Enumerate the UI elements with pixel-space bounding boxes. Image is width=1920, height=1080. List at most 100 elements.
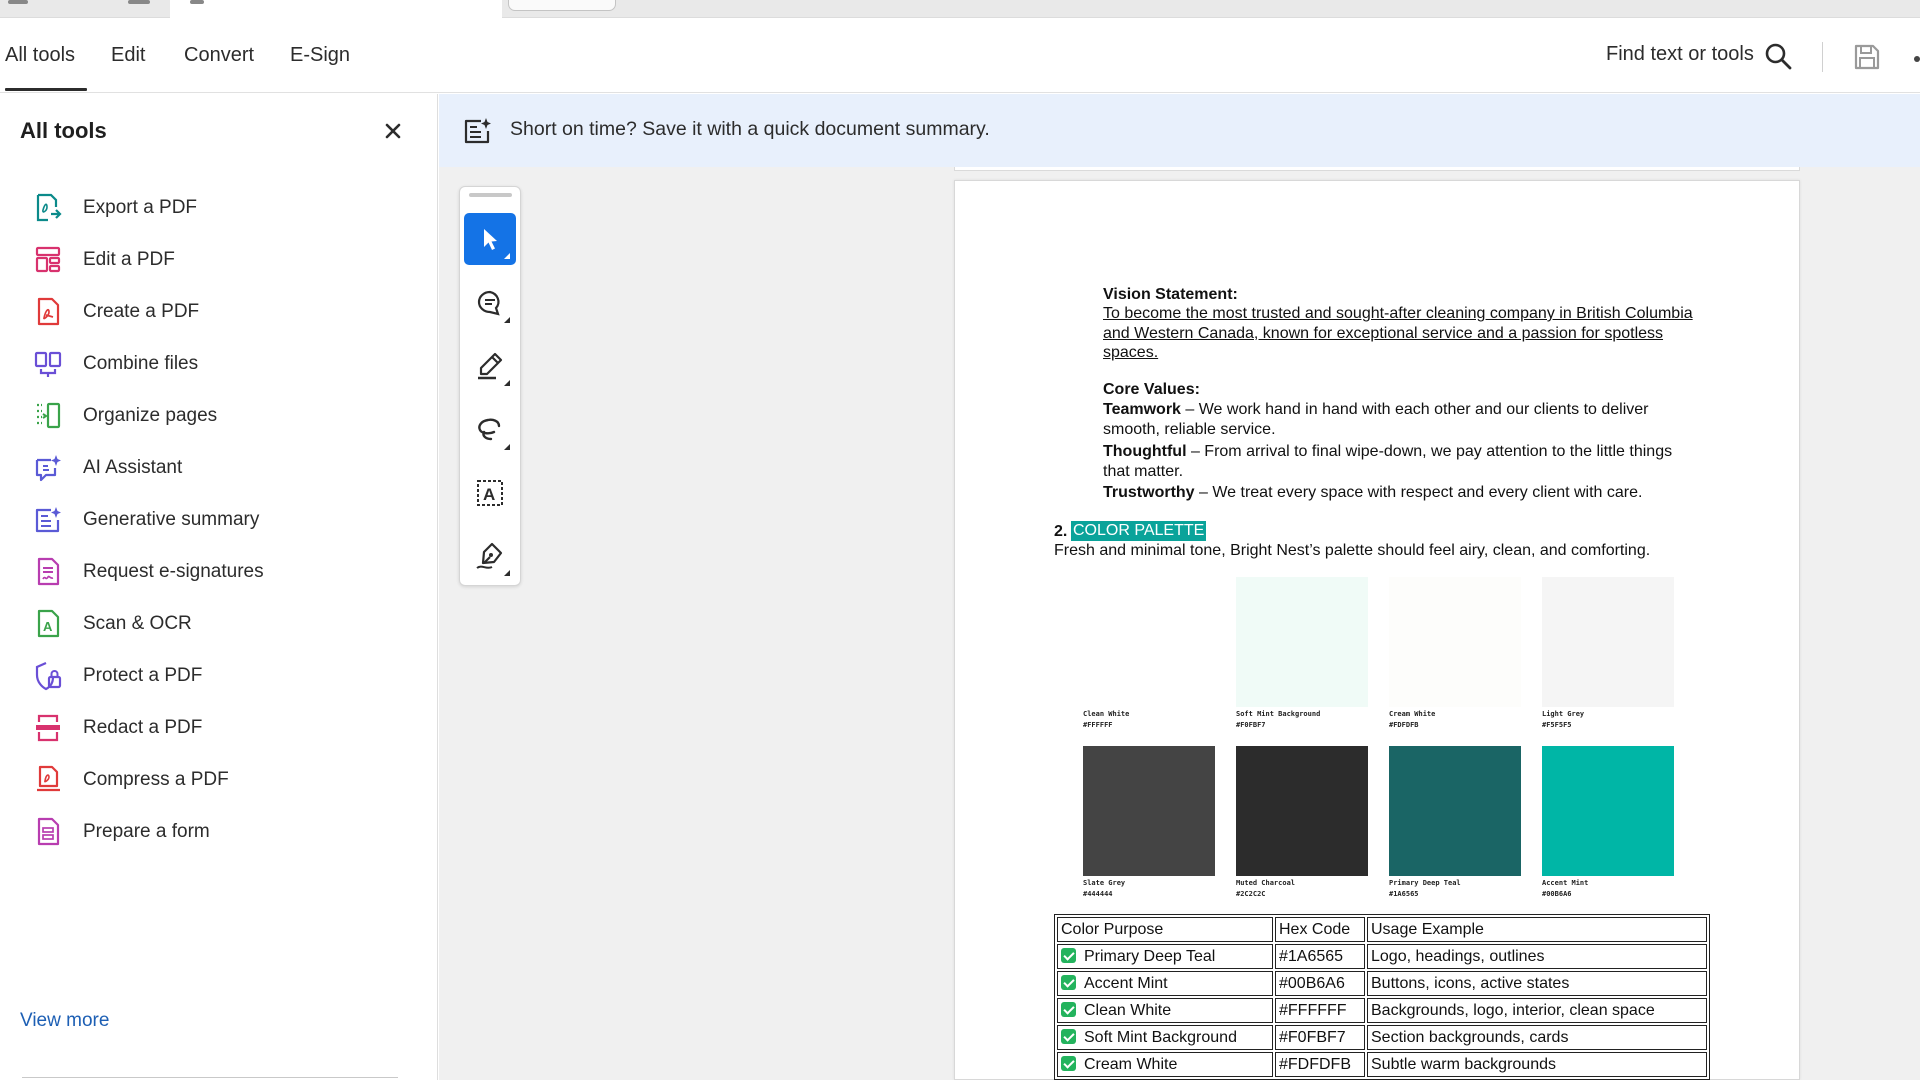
checkbox-icon[interactable] (1061, 1001, 1076, 1017)
svg-text:A: A (43, 619, 53, 634)
search-icon[interactable] (1764, 42, 1792, 70)
tab-convert[interactable]: Convert (184, 44, 254, 67)
tool-label: AI Assistant (83, 457, 183, 478)
swatch-label: Primary Deep Teal #1A6565 (1389, 878, 1461, 900)
table-header-row: Color Purpose Hex Code Usage Example (1057, 917, 1707, 942)
generative-summary-icon (35, 507, 61, 533)
close-icon[interactable] (382, 120, 404, 142)
tool-create-pdf[interactable]: Create a PDF (0, 286, 437, 338)
tool-edit-pdf[interactable]: Edit a PDF (0, 234, 437, 286)
tool-ai-assistant[interactable]: AI Assistant (0, 442, 437, 494)
tool-scan-ocr[interactable]: A Scan & OCR (0, 598, 437, 650)
tool-label: Edit a PDF (83, 249, 175, 270)
purpose-text: Accent Mint (1084, 974, 1168, 992)
quick-tools-rail: A (459, 186, 521, 586)
pdf-page[interactable]: Vision Statement: To become the most tru… (954, 180, 1800, 1080)
highlight-tool-button[interactable] (464, 340, 516, 392)
table-cell: Cream White (1057, 1052, 1273, 1077)
all-tools-panel: All tools Export a PDF Edit a PDF Create… (0, 94, 438, 1080)
more-options-icon[interactable] (1914, 56, 1920, 62)
checkbox-icon[interactable] (1061, 1055, 1076, 1071)
tool-request-esignatures[interactable]: Request e-signatures (0, 546, 437, 598)
tool-label: Combine files (83, 353, 199, 374)
checkbox-icon[interactable] (1061, 974, 1076, 990)
table-cell: Subtle warm backgrounds (1367, 1052, 1707, 1077)
find-text-or-tools[interactable]: Find text or tools (1606, 43, 1754, 66)
request-esignatures-icon (37, 557, 60, 586)
tool-prepare-form[interactable]: Prepare a form (0, 806, 437, 858)
core-value-desc: – We work hand in hand with each other a… (1103, 401, 1649, 438)
table-cell: #FFFFFF (1275, 998, 1365, 1023)
tool-label: Create a PDF (83, 301, 200, 322)
swatch-label: Slate Grey #444444 (1083, 878, 1125, 900)
swatch-name: Slate Grey (1083, 879, 1126, 887)
tool-label: Request e-signatures (83, 561, 264, 582)
swatch-hex: #F5F5F5 (1542, 721, 1572, 729)
new-tab-button[interactable] (508, 0, 616, 11)
table-row: Accent Mint #00B6A6 Buttons, icons, acti… (1057, 971, 1707, 996)
swatch-label: Accent Mint #00B6A6 (1542, 878, 1588, 900)
export-pdf-icon (36, 193, 62, 222)
document-tab[interactable] (170, 0, 502, 18)
tab-e-sign[interactable]: E-Sign (290, 44, 350, 67)
tool-label: Prepare a form (83, 821, 210, 842)
checkbox-icon[interactable] (1061, 947, 1076, 963)
star-icon[interactable] (190, 0, 204, 4)
swatch-name: Muted Charcoal (1236, 879, 1296, 887)
tool-combine-files[interactable]: Combine files (0, 338, 437, 390)
swatch-label: Clean White #FFFFFF (1083, 709, 1129, 731)
core-values-heading: Core Values: (1103, 381, 1200, 398)
rail-drag-handle[interactable] (469, 193, 512, 197)
purpose-text: Soft Mint Background (1084, 1028, 1237, 1046)
draw-tool-button[interactable] (464, 404, 516, 456)
tool-label: Protect a PDF (83, 665, 203, 686)
color-swatch (1389, 746, 1521, 876)
submenu-indicator (504, 570, 510, 576)
menu-divider (1822, 42, 1823, 72)
vision-text: To become the most trusted and sought-af… (1103, 305, 1693, 361)
section-description: Fresh and minimal tone, Bright Nest’s pa… (1054, 542, 1651, 559)
text-tool-button[interactable]: A (464, 467, 516, 519)
banner-message[interactable]: Short on time? Save it with a quick docu… (510, 118, 990, 141)
text-box-icon: A (477, 480, 503, 506)
tool-compress-pdf[interactable]: Compress a PDF (0, 754, 437, 806)
table-cell: Primary Deep Teal (1057, 944, 1273, 969)
view-more-link[interactable]: View more (20, 1010, 109, 1032)
tab-all-tools[interactable]: All tools (5, 44, 88, 91)
color-swatch (1236, 746, 1368, 876)
comment-tool-button[interactable] (464, 277, 516, 329)
tool-export-pdf[interactable]: Export a PDF (0, 182, 437, 234)
checkbox-icon[interactable] (1061, 1028, 1076, 1044)
tool-generative-summary[interactable]: Generative summary (0, 494, 437, 546)
sign-tool-button[interactable] (464, 530, 516, 582)
color-swatch (1542, 746, 1674, 876)
tool-protect-pdf[interactable]: Protect a PDF (0, 650, 437, 702)
redact-pdf-icon (36, 714, 60, 742)
save-icon[interactable] (1852, 42, 1882, 72)
table-cell: Section backgrounds, cards (1367, 1025, 1707, 1050)
scan-ocr-icon: A (37, 609, 60, 638)
app-tab-strip (0, 0, 1920, 18)
swatch-name: Soft Mint Background (1236, 710, 1321, 718)
swatch-hex: #F0FBF7 (1236, 721, 1266, 729)
table-row: Primary Deep Teal #1A6565 Logo, headings… (1057, 944, 1707, 969)
table-header: Hex Code (1275, 917, 1365, 942)
swatch-hex: #2C2C2C (1236, 890, 1266, 898)
swatch-name: Primary Deep Teal (1389, 879, 1461, 887)
combine-files-icon (34, 351, 62, 377)
section-title-highlighted[interactable]: COLOR PALETTE (1071, 521, 1207, 541)
core-value-desc: – From arrival to final wipe-down, we pa… (1103, 443, 1673, 480)
swatch-name: Light Grey (1542, 710, 1585, 718)
tab-edit[interactable]: Edit (111, 44, 145, 67)
menu-icon[interactable] (8, 0, 28, 4)
table-cell: Buttons, icons, active states (1367, 971, 1707, 996)
tool-organize-pages[interactable]: Organize pages (0, 390, 437, 442)
ai-assistant-icon (35, 455, 61, 482)
table-cell: Clean White (1057, 998, 1273, 1023)
select-tool-button[interactable] (464, 213, 516, 265)
menu-bar: All tools Edit Convert E-Sign Find text … (0, 18, 1920, 93)
tool-redact-pdf[interactable]: Redact a PDF (0, 702, 437, 754)
submenu-indicator (504, 444, 510, 450)
core-value-term: Thoughtful (1103, 443, 1187, 460)
grid-icon[interactable] (128, 0, 150, 4)
